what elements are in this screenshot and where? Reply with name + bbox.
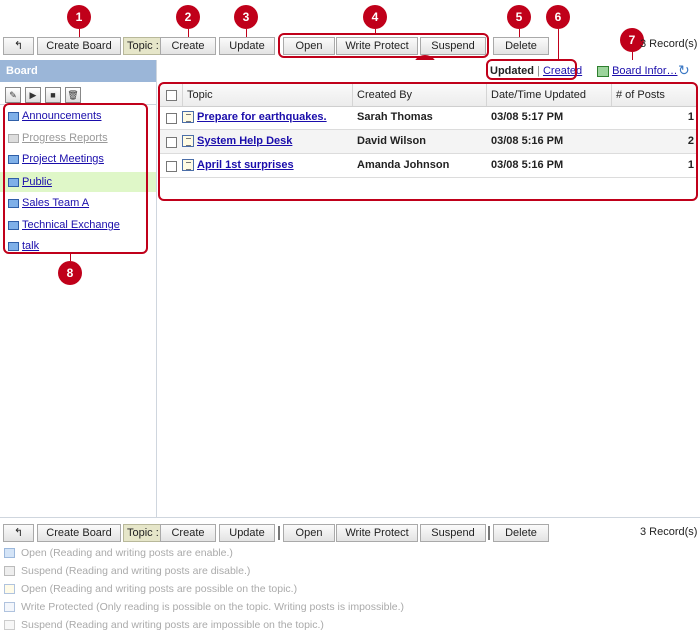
toolbar-separator (278, 526, 280, 540)
board-info-icon (597, 65, 609, 77)
topic-table-highlight (158, 82, 698, 201)
open-button[interactable]: Open (283, 524, 335, 542)
topic-open-icon (4, 584, 15, 595)
pencil-icon[interactable]: ✎ (5, 87, 21, 103)
marker-3: 3 (234, 5, 258, 29)
marker-6: 6 (546, 5, 570, 29)
back-button[interactable]: ↰ (3, 37, 34, 55)
marker-2: 2 (176, 5, 200, 29)
marker-4: 4 (363, 5, 387, 29)
write-protect-button[interactable]: Write Protect (336, 524, 418, 542)
status-buttons-highlight (278, 33, 489, 58)
legend-item: Suspend (Reading and writing posts are d… (4, 563, 250, 579)
back-button[interactable]: ↰ (3, 524, 34, 542)
sort-highlight (486, 59, 577, 80)
legend-item: Open (Reading and writing posts are enab… (4, 545, 233, 561)
create-board-button[interactable]: Create Board (37, 524, 121, 542)
topic-label: Topic : (123, 524, 163, 542)
board-list-highlight (3, 103, 148, 254)
toolbar-separator (488, 526, 490, 540)
delete-button[interactable]: Delete (493, 37, 549, 55)
legend-item: Suspend (Reading and writing posts are i… (4, 617, 324, 633)
play-icon[interactable]: ▶ (25, 87, 41, 103)
back-arrow-icon: ↰ (13, 40, 24, 52)
stop-icon[interactable]: ■ (45, 87, 61, 103)
legend-item: Write Protected (Only reading is possibl… (4, 599, 404, 615)
update-topic-button[interactable]: Update (219, 37, 275, 55)
board-suspended-icon (4, 566, 15, 577)
back-arrow-icon: ↰ (13, 527, 24, 539)
board-info[interactable]: Board Infor… (597, 65, 677, 77)
marker-5: 5 (507, 5, 531, 29)
board-open-icon (4, 548, 15, 559)
record-count: 3 Record(s) (640, 38, 698, 50)
record-count: 3 Record(s) (640, 526, 698, 538)
topic-write-protected-icon (4, 602, 15, 613)
topic-suspended-icon (4, 620, 15, 631)
board-info-link[interactable]: Board Infor… (612, 65, 677, 77)
board-pane-title: Board (0, 60, 156, 82)
create-topic-button[interactable]: Create (160, 524, 216, 542)
marker-1: 1 (67, 5, 91, 29)
refresh-icon[interactable]: ↻ (678, 62, 690, 79)
update-topic-button[interactable]: Update (219, 524, 275, 542)
marker-stick (558, 29, 559, 59)
trash-icon[interactable]: 🗑 (65, 87, 81, 103)
delete-button[interactable]: Delete (493, 524, 549, 542)
suspend-button[interactable]: Suspend (420, 524, 486, 542)
legend-item: Open (Reading and writing posts are poss… (4, 581, 297, 597)
topic-label: Topic : (123, 37, 163, 55)
create-board-button[interactable]: Create Board (37, 37, 121, 55)
bottom-toolbar-divider (0, 517, 700, 518)
create-topic-button[interactable]: Create (160, 37, 216, 55)
